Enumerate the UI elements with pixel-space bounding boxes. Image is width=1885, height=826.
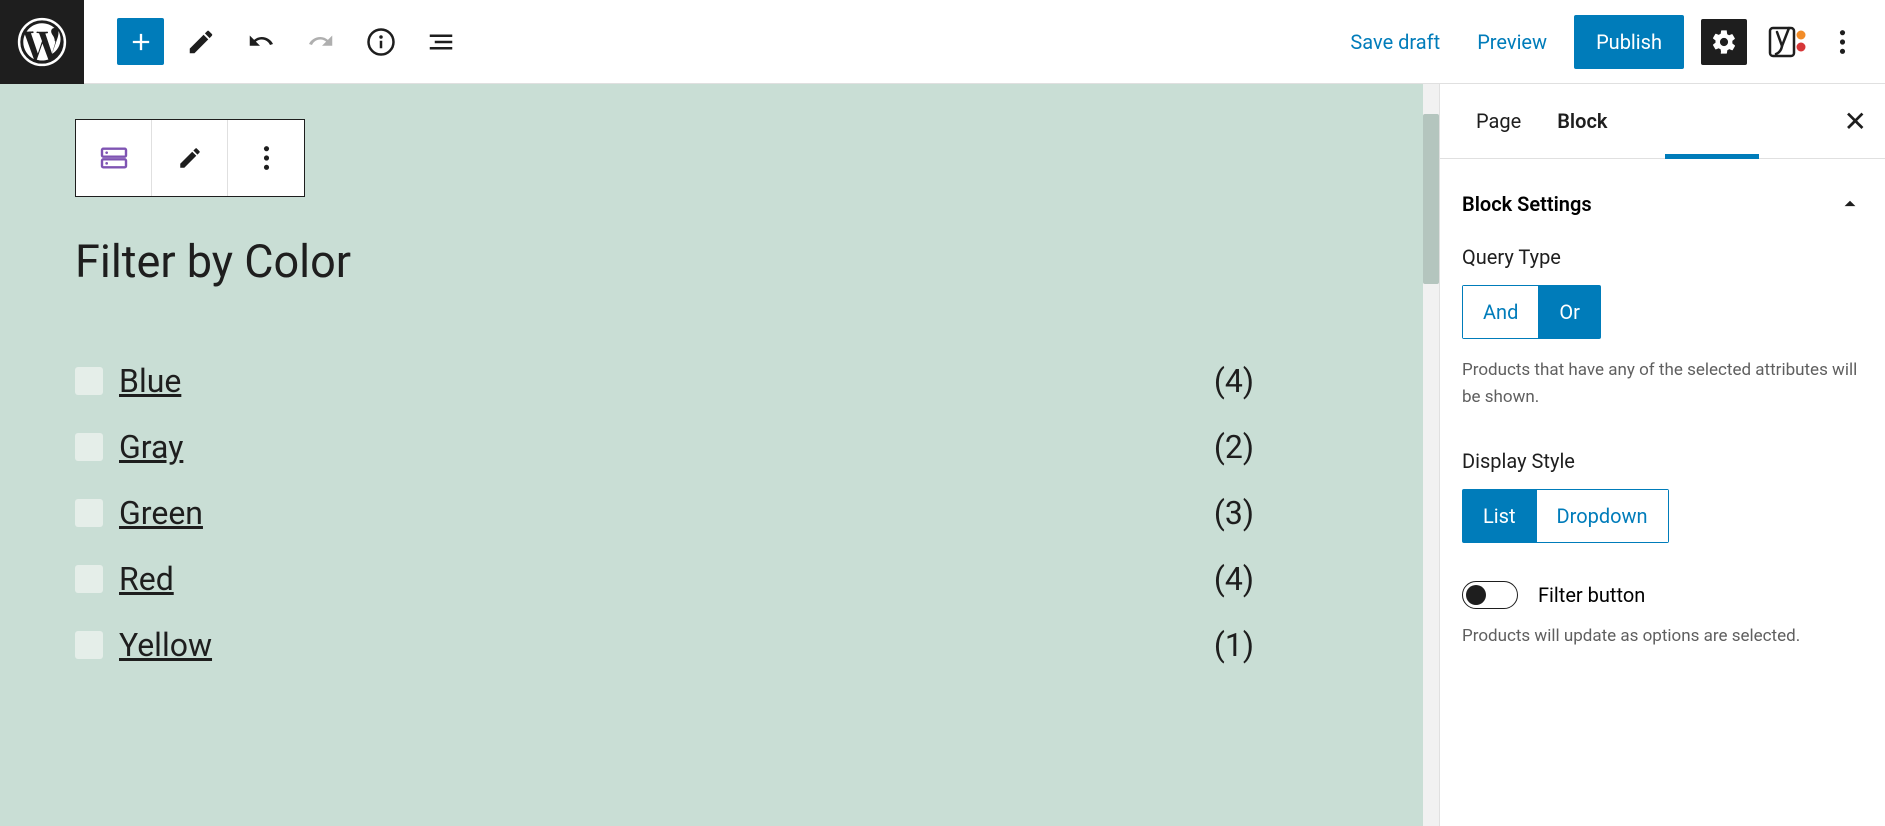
query-type-help: Products that have any of the selected a… bbox=[1462, 357, 1863, 411]
settings-button[interactable] bbox=[1701, 19, 1747, 65]
preview-button[interactable]: Preview bbox=[1467, 22, 1557, 62]
block-more-button[interactable] bbox=[228, 120, 304, 196]
block-toolbar bbox=[75, 119, 305, 197]
display-style-group: List Dropdown bbox=[1462, 489, 1669, 543]
scrollbar-thumb[interactable] bbox=[1423, 114, 1439, 284]
edit-block-button[interactable] bbox=[152, 120, 228, 196]
display-style-dropdown-button[interactable]: Dropdown bbox=[1537, 490, 1668, 542]
canvas-scrollbar[interactable] bbox=[1423, 84, 1439, 826]
save-draft-button[interactable]: Save draft bbox=[1340, 22, 1450, 62]
filter-button-toggle-label: Filter button bbox=[1538, 583, 1645, 607]
query-type-or-button[interactable]: Or bbox=[1539, 286, 1600, 338]
filter-checkbox[interactable] bbox=[75, 631, 103, 659]
filter-count: (4) bbox=[1214, 560, 1364, 598]
block-type-button[interactable] bbox=[76, 120, 152, 196]
filter-item[interactable]: Red (4) bbox=[75, 546, 1364, 612]
redo-button bbox=[297, 18, 344, 65]
filter-label[interactable]: Green bbox=[119, 494, 203, 532]
filter-checkbox[interactable] bbox=[75, 433, 103, 461]
undo-button[interactable] bbox=[237, 18, 284, 65]
tab-page[interactable]: Page bbox=[1458, 85, 1539, 157]
filter-label[interactable]: Gray bbox=[119, 428, 183, 466]
filter-item[interactable]: Green (3) bbox=[75, 480, 1364, 546]
filter-button-toggle[interactable] bbox=[1462, 581, 1518, 609]
query-type-and-button[interactable]: And bbox=[1463, 286, 1539, 338]
display-style-list-button[interactable]: List bbox=[1463, 490, 1537, 542]
panel-title: Block Settings bbox=[1462, 192, 1592, 216]
filter-label[interactable]: Blue bbox=[119, 362, 181, 400]
filter-checkbox[interactable] bbox=[75, 565, 103, 593]
query-type-group: And Or bbox=[1462, 285, 1601, 339]
filter-list: Blue (4) Gray (2) Green (3) Red (4) Yellow (1) bbox=[75, 348, 1364, 678]
filter-checkbox[interactable] bbox=[75, 367, 103, 395]
filter-item[interactable]: Yellow (1) bbox=[75, 612, 1364, 678]
tab-block[interactable]: Block bbox=[1539, 85, 1625, 157]
filter-count: (2) bbox=[1214, 428, 1364, 466]
filter-count: (1) bbox=[1214, 626, 1364, 664]
filter-item[interactable]: Gray (2) bbox=[75, 414, 1364, 480]
more-menu-button[interactable] bbox=[1827, 19, 1857, 65]
filter-count: (3) bbox=[1214, 494, 1364, 532]
filter-count: (4) bbox=[1214, 362, 1364, 400]
wordpress-logo[interactable] bbox=[0, 0, 84, 84]
outline-button[interactable] bbox=[417, 18, 464, 65]
edit-mode-button[interactable] bbox=[177, 18, 224, 65]
publish-button[interactable]: Publish bbox=[1574, 15, 1684, 69]
display-style-label: Display Style bbox=[1462, 449, 1863, 473]
block-heading[interactable]: Filter by Color bbox=[75, 235, 1364, 288]
query-type-label: Query Type bbox=[1462, 245, 1863, 269]
close-sidebar-button[interactable]: ✕ bbox=[1844, 105, 1867, 138]
filter-button-help: Products will update as options are sele… bbox=[1440, 623, 1885, 650]
editor-canvas[interactable]: Filter by Color Blue (4) Gray (2) Green (3) Re… bbox=[0, 84, 1439, 826]
add-block-button[interactable] bbox=[117, 18, 164, 65]
filter-item[interactable]: Blue (4) bbox=[75, 348, 1364, 414]
filter-label[interactable]: Red bbox=[119, 560, 174, 598]
info-button[interactable] bbox=[357, 18, 404, 65]
yoast-button[interactable] bbox=[1764, 19, 1810, 65]
filter-checkbox[interactable] bbox=[75, 499, 103, 527]
chevron-up-icon bbox=[1837, 191, 1863, 217]
filter-label[interactable]: Yellow bbox=[119, 626, 212, 664]
panel-block-settings-toggle[interactable]: Block Settings bbox=[1440, 181, 1885, 245]
